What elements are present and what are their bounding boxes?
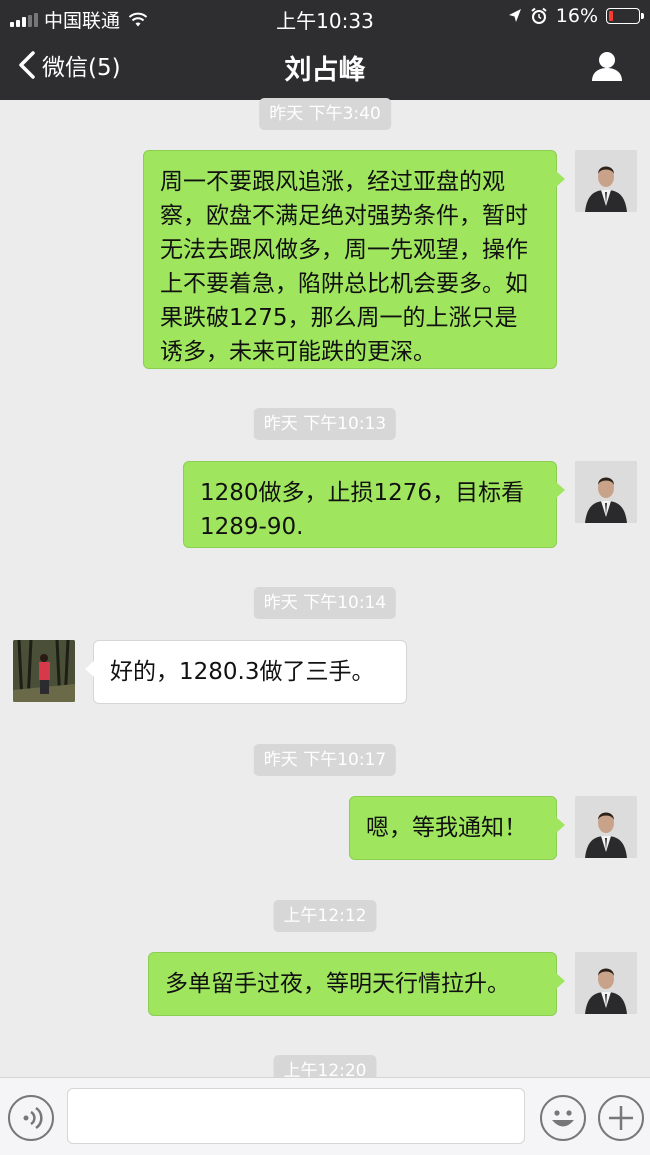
- chat-title: 刘占峰: [284, 55, 366, 86]
- message-text: 好的，1280.3做了三手。: [110, 659, 375, 685]
- message-timestamp: 昨天 下午3:40: [259, 98, 391, 130]
- voice-icon: [23, 1106, 43, 1130]
- message-timestamp: 昨天 下午10:13: [253, 408, 397, 440]
- plus-icon: [609, 1106, 633, 1130]
- message-timestamp: 昨天 下午10:17: [253, 744, 397, 776]
- man-in-suit-avatar: [575, 796, 637, 858]
- person-icon: [592, 52, 622, 81]
- more-button[interactable]: [598, 1095, 644, 1141]
- alarm-icon: [531, 7, 547, 24]
- location-arrow-icon: [508, 9, 521, 22]
- my-avatar[interactable]: [575, 461, 637, 523]
- input-bar: [0, 1077, 650, 1155]
- battery-icon: [606, 8, 644, 24]
- sent-message[interactable]: 1280做多，止损1276，目标看1289-90.: [183, 461, 565, 548]
- man-in-suit-avatar: [575, 461, 637, 523]
- message-input[interactable]: [67, 1088, 525, 1144]
- message-timestamp: 昨天 下午10:14: [253, 587, 397, 619]
- voice-button[interactable]: [8, 1095, 54, 1141]
- man-in-suit-avatar: [575, 150, 637, 212]
- sent-message[interactable]: 周一不要跟风追涨，经过亚盘的观察，欧盘不满足绝对强势条件，暂时无法去跟风做多，周…: [143, 150, 565, 369]
- message-text: 1280做多，止损1276，目标看1289-90.: [200, 480, 525, 540]
- status-bar: 中国联通 上午10:33 16%: [0, 0, 650, 34]
- emoji-button[interactable]: [540, 1095, 586, 1141]
- battery-percent: 16%: [555, 5, 598, 27]
- message-text: 周一不要跟风追涨，经过亚盘的观察，欧盘不满足绝对强势条件，暂时无法去跟风做多，周…: [160, 169, 528, 365]
- received-message[interactable]: 好的，1280.3做了三手。: [85, 640, 407, 704]
- forest-photo-avatar: [13, 640, 75, 702]
- my-avatar[interactable]: [575, 952, 637, 1014]
- chat-info-button[interactable]: [590, 50, 624, 86]
- contact-avatar[interactable]: [13, 640, 75, 702]
- message-timestamp: 上午12:12: [273, 900, 377, 932]
- sent-message[interactable]: 嗯，等我通知！: [349, 796, 565, 860]
- message-text: 多单留手过夜，等明天行情拉升。: [165, 971, 510, 997]
- battery-fill: [609, 11, 613, 21]
- man-in-suit-avatar: [575, 952, 637, 1014]
- my-avatar[interactable]: [575, 796, 637, 858]
- top-bar: 中国联通 上午10:33 16% 微信(5) 刘占峰: [0, 0, 650, 100]
- nav-bar: 微信(5) 刘占峰: [0, 34, 650, 100]
- my-avatar[interactable]: [575, 150, 637, 212]
- message-text: 嗯，等我通知！: [366, 815, 527, 841]
- status-right: 16%: [508, 5, 644, 27]
- emoji-icon: [552, 1110, 574, 1127]
- sent-message[interactable]: 多单留手过夜，等明天行情拉升。: [148, 952, 565, 1016]
